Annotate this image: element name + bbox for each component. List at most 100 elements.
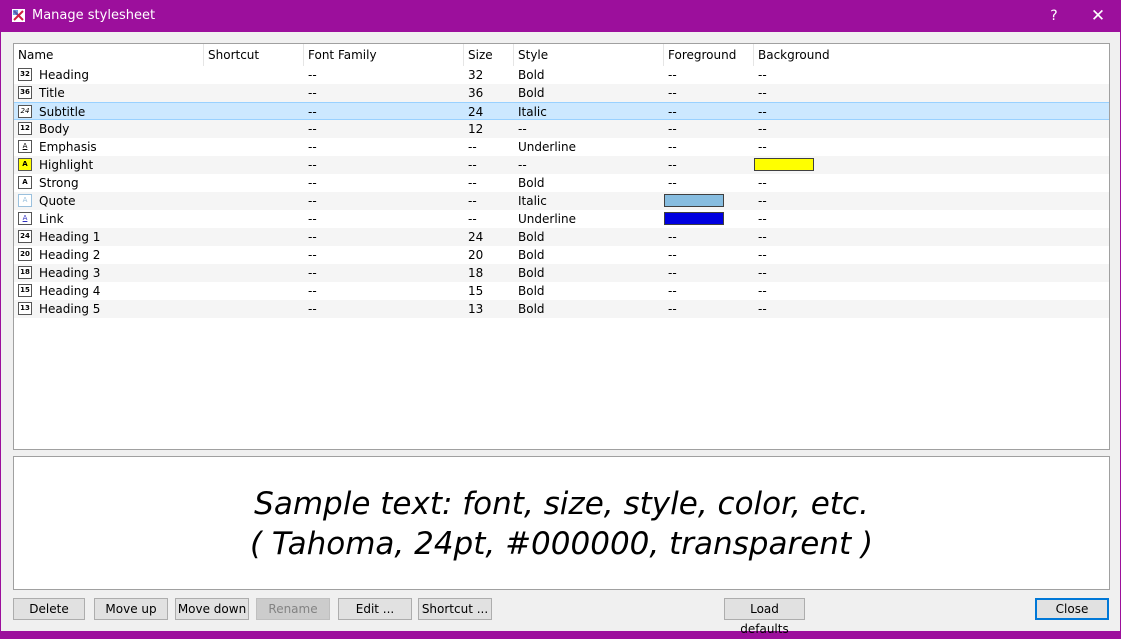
shortcut-button[interactable]: Shortcut ... [418, 598, 492, 620]
cell-size: 32 [468, 68, 484, 82]
table-row[interactable]: 36 Title -- 36 Bold -- -- [14, 84, 1109, 102]
table-row[interactable]: 15 Heading 4 -- 15 Bold -- -- [14, 282, 1109, 300]
preview-sample-text: Sample text: font, size, style, color, e… [254, 486, 869, 522]
cell-fg: -- [668, 105, 677, 119]
cell-bg: -- [758, 266, 767, 280]
cell-fg: -- [668, 140, 677, 154]
column-header-font-family[interactable]: Font Family [304, 44, 464, 66]
table-header: Name Shortcut Font Family Size Style For… [14, 44, 1109, 66]
cell-name: Highlight [39, 158, 94, 172]
move-down-button[interactable]: Move down [175, 598, 249, 620]
cell-style: Bold [518, 284, 545, 298]
table-row[interactable]: A Highlight -- -- -- -- [14, 156, 1109, 174]
column-header-shortcut[interactable]: Shortcut [204, 44, 304, 66]
table-row[interactable]: 24 Heading 1 -- 24 Bold -- -- [14, 228, 1109, 246]
style-icon: A [18, 158, 32, 171]
cell-name: Subtitle [39, 105, 86, 119]
cell-name: Body [39, 122, 70, 136]
cell-style: Underline [518, 140, 576, 154]
rename-button[interactable]: Rename [256, 598, 330, 620]
table-row[interactable]: 24 Subtitle -- 24 Italic -- -- [14, 102, 1109, 120]
cell-font: -- [308, 140, 317, 154]
cell-bg: -- [758, 194, 767, 208]
cell-size: 20 [468, 248, 484, 262]
cell-name: Heading 3 [39, 266, 101, 280]
cell-fg: -- [668, 68, 677, 82]
cell-name: Strong [39, 176, 79, 190]
cell-font: -- [308, 248, 317, 262]
column-header-size[interactable]: Size [464, 44, 514, 66]
cell-font: -- [308, 68, 317, 82]
cell-name: Emphasis [39, 140, 97, 154]
table-row[interactable]: 12 Body -- 12 -- -- -- [14, 120, 1109, 138]
cell-font: -- [308, 266, 317, 280]
cell-name: Quote [39, 194, 76, 208]
edit-button[interactable]: Edit ... [338, 598, 412, 620]
table-row[interactable]: 18 Heading 3 -- 18 Bold -- -- [14, 264, 1109, 282]
cell-bg: -- [758, 86, 767, 100]
cell-fg: -- [668, 122, 677, 136]
cell-size: -- [468, 140, 477, 154]
cell-size: -- [468, 158, 477, 172]
cell-font: -- [308, 212, 317, 226]
column-header-name[interactable]: Name [14, 44, 204, 66]
column-header-background[interactable]: Background [754, 44, 1109, 66]
table-body: 32 Heading -- 32 Bold -- -- 36 Title -- 36 Bold -- --… [14, 66, 1109, 318]
cell-size: 24 [468, 105, 484, 119]
cell-size: -- [468, 212, 477, 226]
cell-font: -- [308, 284, 317, 298]
cell-style: Italic [518, 194, 547, 208]
cell-fg: -- [668, 302, 677, 316]
background-swatch [754, 158, 814, 171]
table-row[interactable]: A Strong -- -- Bold -- -- [14, 174, 1109, 192]
table-row[interactable]: A Link -- -- Underline -- [14, 210, 1109, 228]
manage-stylesheet-dialog: Manage stylesheet ? ✕ Name Shortcut Font… [0, 0, 1121, 636]
cell-size: 36 [468, 86, 484, 100]
cell-name: Heading 2 [39, 248, 101, 262]
cell-fg: -- [668, 230, 677, 244]
style-icon: 15 [18, 284, 32, 297]
cell-style: Bold [518, 230, 545, 244]
cell-size: -- [468, 176, 477, 190]
style-icon: 36 [18, 86, 32, 99]
cell-style: Underline [518, 212, 576, 226]
cell-style: -- [518, 122, 527, 136]
close-window-button[interactable]: ✕ [1076, 1, 1120, 32]
column-header-foreground[interactable]: Foreground [664, 44, 754, 66]
cell-fg: -- [668, 86, 677, 100]
sample-preview: Sample text: font, size, style, color, e… [13, 456, 1110, 590]
cell-bg: -- [758, 105, 767, 119]
cell-bg: -- [758, 212, 767, 226]
style-icon: A [18, 176, 32, 189]
delete-button[interactable]: Delete [13, 598, 85, 620]
table-row[interactable]: 20 Heading 2 -- 20 Bold -- -- [14, 246, 1109, 264]
help-button[interactable]: ? [1032, 1, 1076, 32]
load-defaults-button[interactable]: Load defaults [724, 598, 805, 636]
title-bar[interactable]: Manage stylesheet ? ✕ [1, 1, 1120, 32]
cell-size: 12 [468, 122, 484, 136]
cell-bg: -- [758, 230, 767, 244]
cell-size: 18 [468, 266, 484, 280]
cell-name: Heading 1 [39, 230, 101, 244]
cell-fg: -- [668, 158, 677, 172]
cell-style: Bold [518, 176, 545, 190]
column-header-style[interactable]: Style [514, 44, 664, 66]
style-icon: 12 [18, 122, 32, 135]
style-icon: 32 [18, 68, 32, 81]
table-row[interactable]: A Quote -- -- Italic -- [14, 192, 1109, 210]
style-icon: 13 [18, 302, 32, 315]
move-up-button[interactable]: Move up [94, 598, 168, 620]
table-row[interactable]: A Emphasis -- -- Underline -- -- [14, 138, 1109, 156]
preview-style-summary: ( Tahoma, 24pt, #000000, transparent ) [249, 526, 874, 562]
styles-table[interactable]: Name Shortcut Font Family Size Style For… [13, 43, 1110, 450]
style-icon: 24 [18, 105, 32, 118]
cell-font: -- [308, 176, 317, 190]
cell-font: -- [308, 302, 317, 316]
table-row[interactable]: 13 Heading 5 -- 13 Bold -- -- [14, 300, 1109, 318]
table-row[interactable]: 32 Heading -- 32 Bold -- -- [14, 66, 1109, 84]
close-button[interactable]: Close [1035, 598, 1109, 620]
cell-bg: -- [758, 68, 767, 82]
cell-bg: -- [758, 122, 767, 136]
cell-bg: -- [758, 302, 767, 316]
cell-name: Heading 5 [39, 302, 101, 316]
